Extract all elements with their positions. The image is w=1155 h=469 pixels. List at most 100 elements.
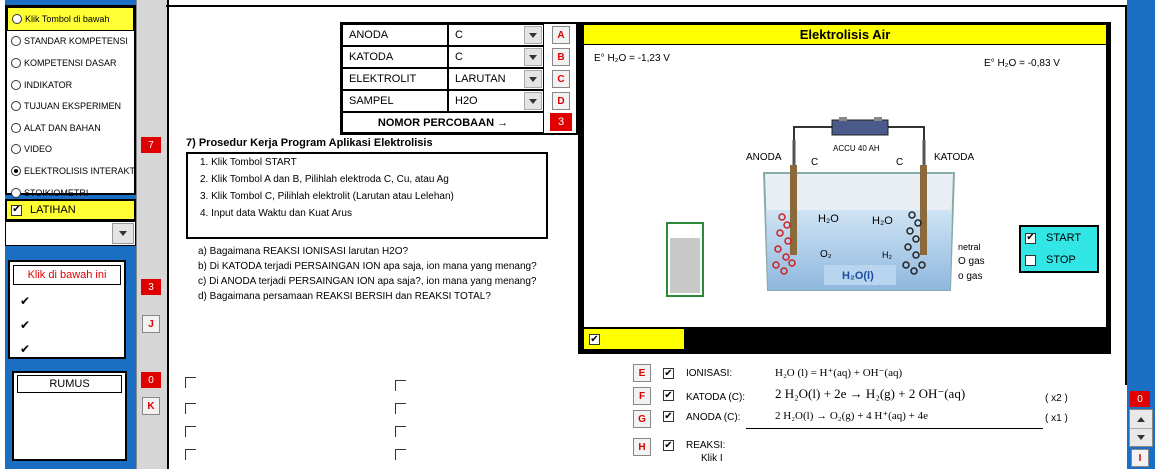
menu-item-kompetensi-dasar[interactable]: KOMPETENSI DASAR xyxy=(7,52,134,74)
checkbox-checked-icon[interactable]: ✔ xyxy=(11,204,22,216)
menu-item-label: ALAT DAN BAHAN xyxy=(24,122,101,133)
row-label-katoda: KATODA xyxy=(342,46,448,68)
latihan-combobox[interactable] xyxy=(5,221,136,246)
checkbox-check-icon[interactable]: ✔ xyxy=(20,342,30,356)
anoda-value: C xyxy=(455,29,463,41)
side-note-o-gas-2: o gas xyxy=(958,271,983,282)
empty-checkbox[interactable] xyxy=(185,449,196,460)
row-label-elektrolit: ELEKTROLIT xyxy=(342,68,448,90)
procedure-steps-box: 1. Klik Tombol START 2. Klik Tombol A da… xyxy=(186,152,548,239)
reaction-factor-katoda: ( x2 ) xyxy=(1045,393,1068,404)
button-d[interactable]: D xyxy=(552,92,570,110)
radio-icon xyxy=(11,36,21,47)
button-b[interactable]: B xyxy=(552,48,570,66)
button-a[interactable]: A xyxy=(552,26,570,44)
radio-icon xyxy=(11,122,21,133)
button-c[interactable]: C xyxy=(552,70,570,88)
menu-item-tujuan-eksperimen[interactable]: TUJUAN EKSPERIMEN xyxy=(7,95,134,117)
rumus-counter: 0 xyxy=(141,372,161,388)
question-c: c) Di ANODA terjadi PERSAINGAN ION apa s… xyxy=(198,276,537,287)
button-f[interactable]: F xyxy=(633,387,651,405)
katoda-label: KATODA xyxy=(934,152,975,163)
menu-item-label: TUJUAN EKSPERIMEN xyxy=(24,101,122,112)
checkbox-checked-icon[interactable]: ✔ xyxy=(663,440,674,451)
button-i[interactable]: I xyxy=(1131,449,1149,467)
menu-item-video[interactable]: VIDEO xyxy=(7,139,134,161)
radio-icon xyxy=(12,13,22,24)
empty-checkbox[interactable] xyxy=(395,380,406,391)
button-e[interactable]: E xyxy=(633,364,651,382)
dropdown-button[interactable] xyxy=(112,223,134,244)
menu-item-label: VIDEO xyxy=(24,144,53,155)
menu-item-elektrolisis-interaktif[interactable]: ELEKTROLISIS INTERAKTIF xyxy=(7,160,134,182)
h2o-left-label: H₂O xyxy=(818,213,839,225)
spin-up-button[interactable] xyxy=(1130,410,1152,429)
menu-item-standar-kompetensi[interactable]: STANDAR KOMPETENSI xyxy=(7,31,134,53)
menu-item-alat-dan-bahan[interactable]: ALAT DAN BAHAN xyxy=(7,117,134,139)
menu-item-klik-tombol[interactable]: Klik Tombol di bawah xyxy=(7,7,134,31)
anoda-label: ANODA xyxy=(746,152,782,163)
nomor-percobaan-label: NOMOR PERCOBAAN → xyxy=(342,112,544,133)
row-label-sampel: SAMPEL xyxy=(342,90,448,112)
menu-item-indikator[interactable]: INDIKATOR xyxy=(7,74,134,96)
button-h[interactable]: H xyxy=(633,438,651,456)
katoda-value: C xyxy=(455,51,463,63)
dropdown-button[interactable] xyxy=(524,48,542,66)
top-border xyxy=(166,5,1127,7)
radio-icon xyxy=(11,79,21,90)
button-g[interactable]: G xyxy=(633,410,651,428)
checkbox-checked-icon[interactable]: ✔ xyxy=(663,368,674,379)
reaction-label-katoda: KATODA (C): xyxy=(686,392,746,403)
checkbox-checked-icon[interactable]: ✔ xyxy=(663,390,674,401)
reaction-label-total: REAKSI: xyxy=(686,440,726,451)
chevron-down-icon xyxy=(1137,434,1145,440)
electrode-right-label: C xyxy=(896,157,904,168)
question-a: a) Bagaimana REAKSI IONISASI larutan H2O… xyxy=(198,246,409,257)
rumus-panel: RUMUS xyxy=(12,371,127,461)
klik-panel-title: Klik di bawah ini xyxy=(13,265,121,285)
latihan-label: LATIHAN xyxy=(30,204,76,216)
elektrolit-value: LARUTAN xyxy=(455,73,506,85)
empty-checkbox[interactable] xyxy=(185,426,196,437)
dropdown-button[interactable] xyxy=(524,26,542,44)
spin-down-button[interactable] xyxy=(1130,428,1152,446)
menu-item-label: INDIKATOR xyxy=(24,79,73,90)
dropdown-button[interactable] xyxy=(524,70,542,88)
stop-option[interactable]: STOP xyxy=(1025,254,1076,266)
empty-checkbox[interactable] xyxy=(395,426,406,437)
procedure-step: 3. Klik Tombol C, Pilihlah elektrolit (L… xyxy=(200,191,454,202)
checkbox-checked-icon[interactable]: ✔ xyxy=(663,411,674,422)
latihan-checkbox-row[interactable]: ✔ LATIHAN xyxy=(5,199,136,221)
row-label-anoda: ANODA xyxy=(342,24,448,46)
chevron-down-icon xyxy=(529,32,537,38)
question-d: d) Bagaimana persamaan REAKSI BERSIH dan… xyxy=(198,291,491,302)
button-j[interactable]: J xyxy=(142,315,160,333)
empty-checkbox[interactable] xyxy=(395,449,406,460)
empty-checkbox[interactable] xyxy=(185,377,196,388)
nomor-percobaan-value: 3 xyxy=(550,113,572,131)
checkbox-checked-icon[interactable]: ✔ xyxy=(1025,232,1036,244)
h2o-right-label: H₂O xyxy=(872,215,893,227)
side-note-o-gas: O gas xyxy=(958,256,985,267)
level-gauge-fill xyxy=(670,238,700,293)
checkbox-empty-icon[interactable] xyxy=(1025,254,1036,266)
radio-icon xyxy=(11,187,21,198)
footer-checkbox[interactable]: ✔ xyxy=(589,334,600,345)
button-k[interactable]: K xyxy=(142,397,160,415)
simulation-canvas: E° H₂O = -1,23 V E° H₂O = -0,83 V ACCU 4… xyxy=(584,45,1106,327)
menu-item-label: STOIKIOMETRI xyxy=(24,187,89,198)
dropdown-button[interactable] xyxy=(524,92,542,110)
sum-line xyxy=(746,428,1043,429)
checkbox-check-icon[interactable]: ✔ xyxy=(20,294,30,308)
empty-checkbox[interactable] xyxy=(185,403,196,414)
o2-label: O₂ xyxy=(820,249,832,260)
experiment-settings-table: ANODA C A KATODA C B ELEKTROLIT LARUTAN … xyxy=(340,22,578,135)
sampel-value: H2O xyxy=(455,95,478,107)
reaction-equation-katoda: 2 H₂O(l) + 2e → H₂(g) + 2 OH⁻(aq) xyxy=(775,386,966,401)
checkbox-check-icon[interactable]: ✔ xyxy=(20,318,30,332)
menu-counter: 7 xyxy=(141,137,161,153)
radio-icon xyxy=(11,144,21,155)
procedure-step: 1. Klik Tombol START xyxy=(200,157,297,168)
start-option[interactable]: ✔ START xyxy=(1025,232,1081,244)
empty-checkbox[interactable] xyxy=(395,403,406,414)
